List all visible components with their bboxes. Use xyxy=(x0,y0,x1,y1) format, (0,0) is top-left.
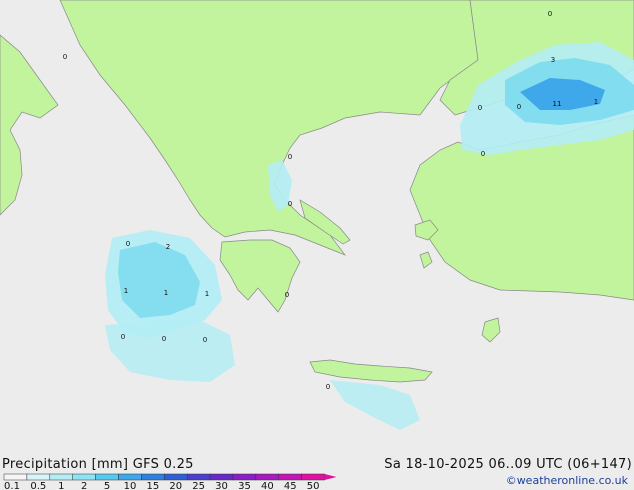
precip-value-label: 11 xyxy=(553,100,562,108)
legend-tick-label: 0.1 xyxy=(4,481,20,490)
legend-color-box xyxy=(3,473,28,481)
legend-color-box xyxy=(141,473,165,481)
precip-value-label: 0 xyxy=(288,200,292,208)
precip-value-label: 0 xyxy=(63,53,67,61)
precip-value-label: 3 xyxy=(551,56,555,64)
precip-value-label: 0 xyxy=(481,150,485,158)
legend-color-box xyxy=(255,473,280,481)
legend-tick-label: 0.5 xyxy=(30,481,46,490)
precip-value-label: 1 xyxy=(164,289,168,297)
legend-tick-label: 25 xyxy=(192,481,205,490)
legend-color-boxes xyxy=(3,473,337,481)
legend-tick-label: 30 xyxy=(215,481,228,490)
legend-tick-label: 10 xyxy=(124,481,137,490)
legend-color-box xyxy=(118,473,142,481)
legend-color-box xyxy=(72,473,96,481)
precip-value-label: 0 xyxy=(121,333,125,341)
precip-value-label: 1 xyxy=(205,290,209,298)
precipitation-legend: 0.1 0.5 1 2 5 10 15 20 25 30 35 40 45 50 xyxy=(3,473,337,490)
precip-value-label: 2 xyxy=(166,243,170,251)
legend-tick-label: 40 xyxy=(261,481,274,490)
legend-arrow xyxy=(324,474,337,480)
precip-value-label: 0 xyxy=(285,291,289,299)
precip-value-label: 1 xyxy=(594,98,598,106)
precip-value-label: 0 xyxy=(162,335,166,343)
legend-tick-label: 20 xyxy=(169,481,182,490)
legend-tick-label: 2 xyxy=(81,481,87,490)
legend-color-box xyxy=(95,473,119,481)
legend-tick-labels: 0.1 0.5 1 2 5 10 15 20 25 30 35 40 45 50 xyxy=(4,481,319,490)
precip-value-label: 0 xyxy=(126,240,130,248)
precip-value-label: 0 xyxy=(326,383,330,391)
legend-color-box xyxy=(164,473,188,481)
legend-color-box xyxy=(232,473,257,481)
legend-tick-label: 35 xyxy=(238,481,251,490)
map-title: Precipitation [mm] GFS 0.25 xyxy=(2,457,194,472)
legend-color-box xyxy=(186,473,211,481)
credit-link[interactable]: ©weatheronline.co.uk xyxy=(506,474,628,487)
legend-tick-label: 50 xyxy=(307,481,320,490)
precip-value-label: 0 xyxy=(478,104,482,112)
legend-color-box xyxy=(49,473,73,481)
legend-tick-label: 5 xyxy=(104,481,110,490)
precip-value-label: 0 xyxy=(288,153,292,161)
precip-value-label: 0 xyxy=(203,336,207,344)
legend-tick-label: 1 xyxy=(58,481,64,490)
precip-value-label: 0 xyxy=(548,10,552,18)
precip-value-label: 1 xyxy=(124,287,128,295)
legend-color-box xyxy=(209,473,234,481)
precipitation-map: 0030 0 11 10000 21 1 1 00 0 00 xyxy=(0,0,634,472)
forecast-datetime: Sa 18-10-2025 06..09 UTC (06+147) xyxy=(384,457,632,472)
precip-value-label: 0 xyxy=(517,103,521,111)
legend-tick-label: 15 xyxy=(146,481,159,490)
legend-color-box xyxy=(26,473,51,481)
legend-color-box xyxy=(301,473,325,481)
legend-tick-label: 45 xyxy=(284,481,297,490)
legend-color-box xyxy=(278,473,302,481)
